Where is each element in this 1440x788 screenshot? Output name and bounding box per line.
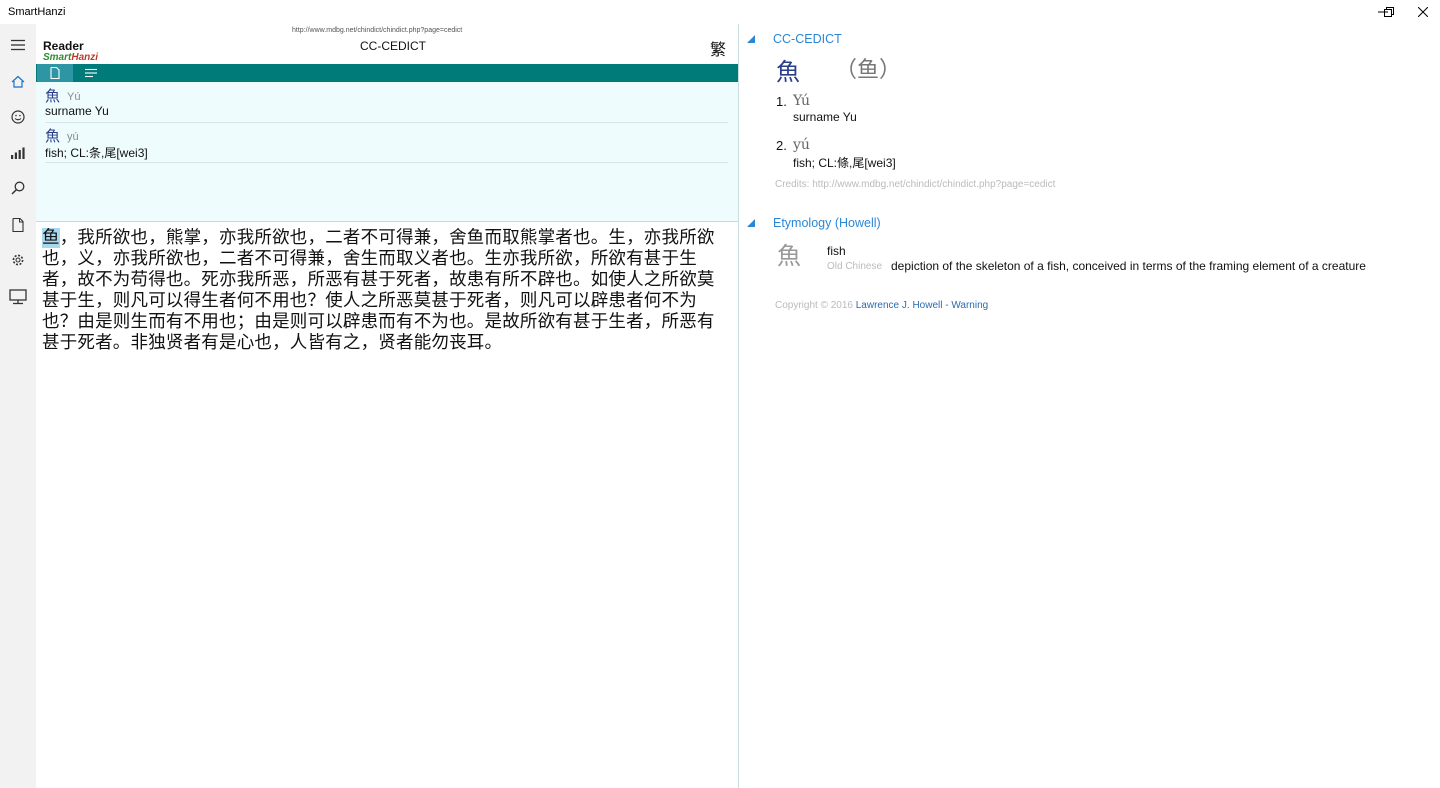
headword-traditional: 魚	[776, 58, 800, 86]
search-icon	[11, 181, 25, 195]
lookup-results: 魚 Yú surname Yu 魚 yú fish; CL:条,尾[wei3]	[36, 82, 738, 222]
result-definition: fish; CL:条,尾[wei3]	[45, 146, 148, 160]
nav-display[interactable]	[0, 280, 36, 314]
hamburger-menu-button[interactable]	[0, 28, 36, 62]
passage-body[interactable]: ，我所欲也，熊掌，亦我所欲也，二者不可得兼，舍鱼而取熊掌者也。生，亦我所欲也，义…	[42, 228, 715, 353]
dict-url: http://www.mdbg.net/chindict/chindict.ph…	[292, 27, 463, 34]
result-hanzi: 魚	[45, 127, 61, 145]
sense-number: 1.	[776, 94, 787, 109]
etymology-description: depiction of the skeleton of a fish, con…	[891, 259, 1366, 273]
title-bar: SmartHanzi	[0, 0, 1440, 24]
monitor-icon	[9, 289, 27, 305]
details-pane: CC-CEDICT 魚 （鱼） 1. Yú surname Yu 2. yú f…	[739, 24, 1440, 788]
copyright-link[interactable]: Lawrence J. Howell - Warning	[856, 300, 988, 311]
restore-icon	[1384, 7, 1394, 17]
tab-document[interactable]	[37, 64, 73, 82]
nav-stats[interactable]	[0, 136, 36, 170]
traditional-toggle-button[interactable]: 繁	[710, 36, 726, 60]
reader-header: Reader SmartHanzi http://www.mdbg.net/ch…	[36, 24, 738, 64]
result-pinyin: Yú	[67, 91, 81, 103]
collapse-triangle-icon	[747, 219, 755, 227]
close-button[interactable]	[1406, 0, 1440, 24]
document-icon	[12, 218, 24, 232]
reader-toolbar	[36, 64, 738, 82]
etymology-gloss: fish	[827, 244, 846, 258]
passage-text[interactable]: 鱼，我所欲也，熊掌，亦我所欲也，二者不可得兼，舍鱼而取熊掌者也。生，亦我所欲也，…	[42, 228, 732, 354]
result-entry[interactable]: 魚 Yú surname Yu	[45, 83, 728, 123]
sense-definition: surname Yu	[793, 110, 857, 124]
selected-character[interactable]: 鱼	[42, 228, 60, 248]
tab-list[interactable]	[73, 64, 109, 82]
nav-documents[interactable]	[0, 208, 36, 242]
etymology-character: 魚	[777, 242, 801, 270]
sense-number: 2.	[776, 138, 787, 153]
nav-search[interactable]	[0, 171, 36, 205]
sense-definition: fish; CL:條,尾[wei3]	[793, 156, 896, 170]
credits-text: Credits: http://www.mdbg.net/chindict/ch…	[775, 179, 1056, 190]
etymology-language: Old Chinese	[827, 261, 883, 272]
document-icon	[50, 67, 60, 79]
result-definition: surname Yu	[45, 104, 109, 118]
signal-bars-icon	[11, 147, 25, 159]
dict-name: CC-CEDICT	[360, 39, 426, 53]
close-icon	[1418, 7, 1428, 17]
nav-home[interactable]	[0, 64, 36, 98]
smiley-icon	[11, 110, 25, 124]
headword-simplified: （鱼）	[835, 58, 902, 83]
sense-pinyin: Yú	[793, 93, 811, 109]
reader-label: Reader	[43, 39, 84, 53]
result-hanzi: 魚	[45, 87, 61, 105]
list-icon	[85, 68, 97, 78]
copyright-text: Copyright © 2016 Lawrence J. Howell - Wa…	[775, 300, 989, 311]
collapse-triangle-icon	[747, 35, 755, 43]
nav-rail	[0, 24, 36, 788]
brand-logo: SmartHanzi	[43, 52, 99, 63]
gear-icon	[12, 254, 24, 266]
nav-settings[interactable]	[0, 243, 36, 277]
nav-emotions[interactable]	[0, 100, 36, 134]
home-icon	[11, 75, 25, 88]
sense-pinyin: yú	[793, 137, 810, 153]
reader-pane: Reader SmartHanzi http://www.mdbg.net/ch…	[36, 24, 738, 788]
window-title: SmartHanzi	[8, 6, 66, 18]
hamburger-menu-icon	[11, 39, 25, 51]
restore-button-icon-wrap[interactable]	[1372, 0, 1406, 24]
result-pinyin: yú	[67, 131, 79, 143]
reader-text-area[interactable]: 鱼，我所欲也，熊掌，亦我所欲也，二者不可得兼，舍鱼而取熊掌者也。生，亦我所欲也，…	[36, 222, 738, 788]
result-entry[interactable]: 魚 yú fish; CL:条,尾[wei3]	[45, 123, 728, 163]
